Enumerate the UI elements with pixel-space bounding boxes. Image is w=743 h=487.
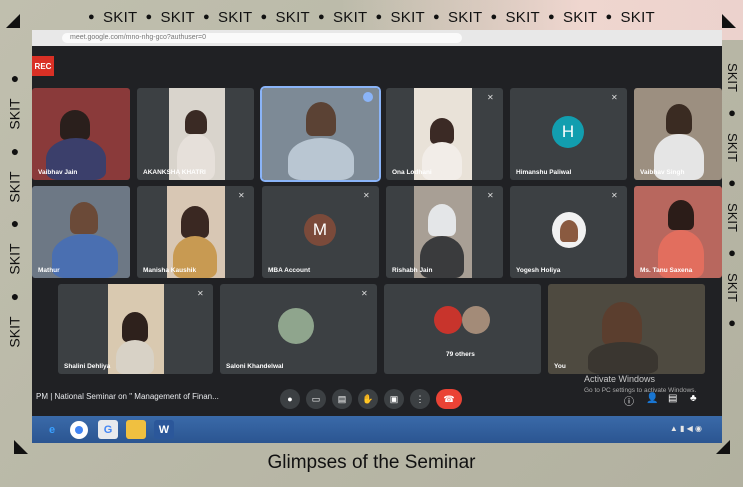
word-icon[interactable]: W (154, 420, 174, 439)
participant-tile[interactable]: 79 others (384, 284, 541, 374)
participant-tile[interactable]: AKANKSHA KHATRI (137, 88, 254, 180)
participant-name: MBA Account (268, 267, 311, 274)
participant-name: Himanshu Paliwal (516, 169, 572, 176)
participant-video (602, 302, 642, 346)
participant-name: Manisha Kaushik (143, 267, 197, 274)
activities-icon[interactable]: ♣ (690, 393, 697, 404)
participant-video (560, 220, 578, 242)
participant-name: Saloni Khandelwal (226, 363, 284, 370)
participant-tile-self[interactable]: You (548, 284, 705, 374)
participant-video (116, 340, 154, 374)
caption: Glimpses of the Seminar (267, 452, 476, 473)
folder-icon[interactable] (126, 420, 146, 439)
meet-screenshot: meet.google.com/mno-nhg-gco?authuser=0 R… (32, 30, 722, 443)
participant-video (70, 202, 98, 234)
participant-name: Vaibhav Jain (38, 169, 78, 176)
participant-video (428, 204, 456, 236)
ie-icon[interactable]: e (42, 420, 62, 439)
skit-left-strip: ● SKIT ● SKIT ● SKIT ● SKIT (7, 70, 23, 348)
recording-badge: REC (32, 56, 54, 76)
mic-off-icon: ✕ (197, 289, 204, 298)
participant-name: You (554, 363, 566, 370)
participant-tile[interactable]: ✕ Rishabh Jain (386, 186, 503, 278)
participant-video (666, 104, 692, 134)
participant-avatar: M (304, 214, 336, 246)
mic-off-icon: ✕ (361, 289, 368, 298)
participant-name: Mathur (38, 267, 60, 274)
participant-video (60, 110, 90, 140)
participant-tile[interactable]: ✕ Ona Lodhani (386, 88, 503, 180)
chrome-icon[interactable] (70, 421, 88, 439)
participant-avatar (434, 306, 462, 334)
address-bar[interactable]: meet.google.com/mno-nhg-gco?authuser=0 (62, 33, 462, 43)
camera-icon[interactable]: ▭ (306, 389, 326, 409)
participant-video (288, 138, 354, 180)
participant-video (668, 200, 694, 230)
participant-tile[interactable]: ✕ Saloni Khandelwal (220, 284, 377, 374)
participant-avatar (462, 306, 490, 334)
captions-icon[interactable]: ▤ (332, 389, 352, 409)
activate-windows-watermark: Activate Windows Go to PC settings to ac… (584, 374, 697, 394)
participant-tile[interactable]: Mathur (32, 186, 130, 278)
mic-off-icon: ✕ (611, 191, 618, 200)
participant-name: Ms. Tanu Saxena (640, 267, 693, 274)
participant-tile[interactable]: Vaibhav Jain (32, 88, 130, 180)
participant-video (122, 312, 148, 342)
participant-avatar (278, 308, 314, 344)
mic-icon[interactable]: ● (280, 389, 300, 409)
skit-right-strip: SKIT ● SKIT ● SKIT ● SKIT ● (724, 63, 740, 330)
browser-bar: meet.google.com/mno-nhg-gco?authuser=0 (32, 30, 722, 46)
system-tray: ▲ ▮ ◀ ◉ (669, 424, 702, 433)
participant-tile[interactable]: Ms. Tanu Saxena (634, 186, 722, 278)
participant-name: AKANKSHA KHATRI (143, 169, 206, 176)
more-icon[interactable]: ⋮ (410, 389, 430, 409)
chat-icon[interactable]: ▤ (668, 393, 677, 404)
mic-off-icon: ✕ (487, 93, 494, 102)
participant-name: Ona Lodhani (392, 169, 432, 176)
participant-video (181, 206, 209, 238)
participant-tile[interactable]: ✕ Manisha Kaushik (137, 186, 254, 278)
info-icon[interactable]: ⓘ (624, 393, 634, 408)
participant-avatar: H (552, 116, 584, 148)
participant-name: Yogesh Holiya (516, 267, 561, 274)
participant-tile[interactable]: Vaibhav Singh (634, 88, 722, 180)
more-options-icon[interactable] (363, 92, 373, 102)
participant-tile-active[interactable] (260, 86, 381, 182)
mic-off-icon: ✕ (611, 93, 618, 102)
participant-name: 79 others (446, 351, 475, 358)
participant-name: Rishabh Jain (392, 267, 433, 274)
meeting-title: PM | National Seminar on " Management of… (36, 392, 219, 401)
mic-off-icon: ✕ (363, 191, 370, 200)
participant-tile[interactable]: H ✕ Himanshu Paliwal (510, 88, 627, 180)
people-icon[interactable]: 👤 (646, 393, 658, 404)
participant-video (588, 342, 658, 374)
mic-off-icon: ✕ (487, 191, 494, 200)
raise-hand-icon[interactable]: ✋ (358, 389, 378, 409)
participant-tile[interactable]: M ✕ MBA Account (262, 186, 379, 278)
google-icon[interactable]: G (98, 420, 118, 439)
participant-video (430, 118, 454, 144)
present-icon[interactable]: ▣ (384, 389, 404, 409)
participant-name: Shalini Dehliya (64, 363, 111, 370)
participant-video (306, 102, 336, 136)
skit-top-strip: ● SKIT ● SKIT ● SKIT ● SKIT ● SKIT ● SKIT ● SKI… (88, 8, 655, 26)
participant-tile[interactable]: ✕ Shalini Dehliya (58, 284, 213, 374)
participant-tile[interactable]: ✕ Yogesh Holiya (510, 186, 627, 278)
participant-video (52, 234, 118, 278)
mic-off-icon: ✕ (238, 191, 245, 200)
participant-name: Vaibhav Singh (640, 169, 685, 176)
participant-video (185, 110, 207, 134)
windows-taskbar: e G W ▲ ▮ ◀ ◉ (32, 416, 722, 443)
end-call-icon[interactable]: ☎ (436, 389, 462, 409)
